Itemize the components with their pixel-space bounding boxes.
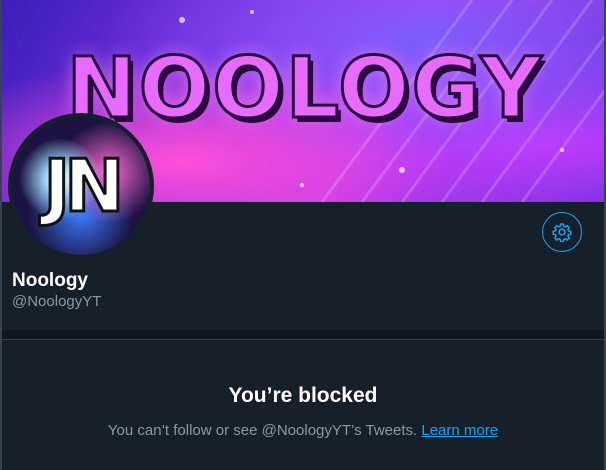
avatar[interactable]: JN: [8, 113, 154, 259]
settings-button[interactable]: [542, 212, 582, 252]
blocked-message-line: You can’t follow or see @NoologyYT’s Twe…: [2, 422, 604, 439]
learn-more-link[interactable]: Learn more: [421, 422, 498, 439]
section-divider: [2, 330, 604, 340]
blocked-title: You’re blocked: [228, 384, 378, 407]
avatar-image: JN: [12, 117, 150, 255]
display-name: Noology: [12, 270, 88, 291]
user-handle: @NoologyYT: [12, 293, 102, 310]
avatar-letters: JN: [42, 143, 126, 230]
blocked-message: You can’t follow or see @NoologyYT’s Twe…: [107, 422, 418, 439]
gear-icon: [552, 223, 572, 242]
